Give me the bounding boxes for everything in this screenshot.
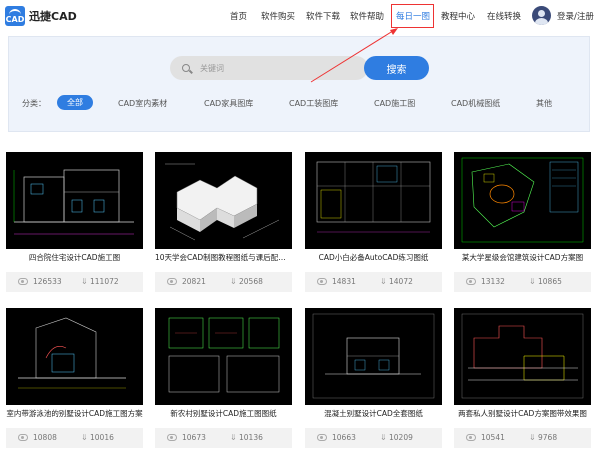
category-other[interactable]: 其他 <box>536 98 552 109</box>
card-6[interactable]: 新农村别墅设计CAD施工图图纸 <box>155 308 292 429</box>
category-indoor-materials[interactable]: CAD室内素材 <box>118 98 167 109</box>
card-thumbnail[interactable] <box>6 308 143 405</box>
card-stats: 20821 ⇓ 20568 <box>155 272 292 292</box>
download-icon: ⇓ <box>230 433 237 442</box>
card-thumbnail[interactable] <box>454 152 591 249</box>
category-furniture[interactable]: CAD家具图库 <box>204 98 253 109</box>
download-icon: ⇓ <box>529 433 536 442</box>
card-stats: 10808 ⇓ 10016 <box>6 428 143 448</box>
card-title[interactable]: 新农村别墅设计CAD施工图图纸 <box>155 408 292 419</box>
card-stats: 126533 ⇓ 111072 <box>6 272 143 292</box>
card-title[interactable]: 某大学星级会馆建筑设计CAD方案图 <box>454 252 591 263</box>
login-register-link[interactable]: 登录/注册 <box>557 10 594 22</box>
download-icon: ⇓ <box>380 433 387 442</box>
category-label: 分类： <box>22 99 46 108</box>
download-icon: ⇓ <box>81 277 88 286</box>
card-thumbnail[interactable] <box>454 308 591 405</box>
eye-icon <box>18 278 28 285</box>
card-1[interactable]: 四合院住宅设计CAD施工图 <box>6 152 143 273</box>
search-button[interactable]: 搜索 <box>364 56 429 80</box>
category-mechanical[interactable]: CAD机械图纸 <box>451 98 500 109</box>
eye-icon <box>317 434 327 441</box>
card-5[interactable]: 室内带游泳池的别墅设计CAD施工图方案 <box>6 308 143 429</box>
card-stats: 10663 ⇓ 10209 <box>305 428 442 448</box>
view-count: 10541 <box>481 433 505 442</box>
category-all[interactable]: 全部 <box>57 95 93 110</box>
card-stats: 10673 ⇓ 10136 <box>155 428 292 448</box>
download-count: 20568 <box>239 277 263 286</box>
nav-tutorials[interactable]: 教程中心 <box>441 10 475 22</box>
header: CAD 迅捷CAD 首页 软件购买 软件下载 软件帮助 每日一图 教程中心 在线… <box>0 0 600 32</box>
download-icon: ⇓ <box>81 433 88 442</box>
download-icon: ⇓ <box>380 277 387 286</box>
card-thumbnail[interactable] <box>155 308 292 405</box>
nav-home[interactable]: 首页 <box>230 10 247 22</box>
card-title[interactable]: CAD小白必备AutoCAD练习图纸 <box>305 252 442 263</box>
nav-daily-image[interactable]: 每日一图 <box>396 10 430 22</box>
card-stats: 13132 ⇓ 10865 <box>454 272 591 292</box>
download-count: 10209 <box>389 433 413 442</box>
download-icon: ⇓ <box>230 277 237 286</box>
eye-icon <box>466 434 476 441</box>
search-icon <box>182 64 190 72</box>
view-count: 10673 <box>182 433 206 442</box>
card-title[interactable]: 10天学会CAD制图教程图纸与课后配套... <box>155 252 292 263</box>
card-thumbnail[interactable] <box>6 152 143 249</box>
nav-help[interactable]: 软件帮助 <box>350 10 384 22</box>
nav-download[interactable]: 软件下载 <box>306 10 340 22</box>
view-count: 20821 <box>182 277 206 286</box>
eye-icon <box>317 278 327 285</box>
view-count: 10808 <box>33 433 57 442</box>
card-title[interactable]: 混凝土别墅设计CAD全套图纸 <box>305 408 442 419</box>
card-8[interactable]: 两套私人别墅设计CAD方案图带效果图 <box>454 308 591 429</box>
avatar[interactable] <box>532 6 551 25</box>
card-title[interactable]: 室内带游泳池的别墅设计CAD施工图方案 <box>6 408 143 419</box>
card-3[interactable]: CAD小白必备AutoCAD练习图纸 <box>305 152 442 273</box>
eye-icon <box>466 278 476 285</box>
view-count: 126533 <box>33 277 62 286</box>
eye-icon <box>167 434 177 441</box>
eye-icon <box>18 434 28 441</box>
category-construction[interactable]: CAD施工图 <box>374 98 415 109</box>
search-placeholder: 关键词 <box>200 64 224 73</box>
nav-online-convert[interactable]: 在线转换 <box>487 10 521 22</box>
download-count: 10136 <box>239 433 263 442</box>
download-count: 10016 <box>90 433 114 442</box>
logo-icon[interactable]: CAD <box>5 6 25 26</box>
card-7[interactable]: 混凝土别墅设计CAD全套图纸 <box>305 308 442 429</box>
card-stats: 14831 ⇓ 14072 <box>305 272 442 292</box>
card-thumbnail[interactable] <box>155 152 292 249</box>
card-2[interactable]: 10天学会CAD制图教程图纸与课后配套... <box>155 152 292 273</box>
eye-icon <box>167 278 177 285</box>
card-title[interactable]: 四合院住宅设计CAD施工图 <box>6 252 143 263</box>
card-stats: 10541 ⇓ 9768 <box>454 428 591 448</box>
card-4[interactable]: 某大学星级会馆建筑设计CAD方案图 <box>454 152 591 273</box>
view-count: 14831 <box>332 277 356 286</box>
card-title[interactable]: 两套私人别墅设计CAD方案图带效果图 <box>454 408 591 419</box>
view-count: 10663 <box>332 433 356 442</box>
download-count: 111072 <box>90 277 119 286</box>
card-thumbnail[interactable] <box>305 308 442 405</box>
brand-name[interactable]: 迅捷CAD <box>29 8 77 24</box>
download-count: 14072 <box>389 277 413 286</box>
search-panel <box>8 36 590 132</box>
download-icon: ⇓ <box>529 277 536 286</box>
card-thumbnail[interactable] <box>305 152 442 249</box>
download-count: 9768 <box>538 433 558 442</box>
view-count: 13132 <box>481 277 505 286</box>
download-count: 10865 <box>538 277 562 286</box>
category-tooling[interactable]: CAD工装图库 <box>289 98 338 109</box>
nav-buy[interactable]: 软件购买 <box>261 10 295 22</box>
